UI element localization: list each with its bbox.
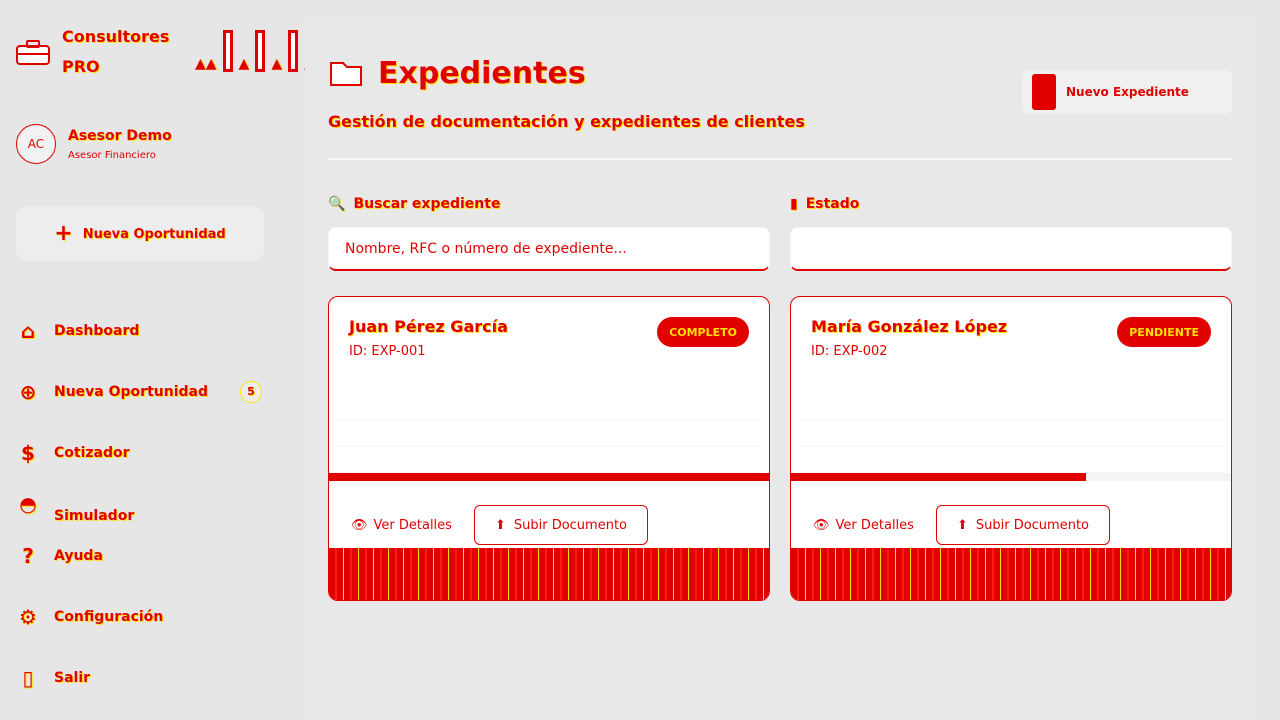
new-file-label: Nuevo Expediente	[1066, 85, 1189, 99]
sidebar-item-logout[interactable]: ▯ Salir	[16, 647, 266, 708]
sidebar-item-label: Salir	[54, 669, 91, 686]
brand: Consultores PRO	[16, 22, 169, 82]
status-select[interactable]	[790, 227, 1232, 271]
upload-document-button[interactable]: ⬆ Subir Documento	[473, 505, 648, 545]
status-label: ▮ Estado	[790, 196, 860, 212]
new-opportunity-label: Nueva Oportunidad	[82, 226, 226, 242]
card-footer	[791, 548, 1231, 600]
eye-icon: 👁	[813, 517, 830, 533]
sidebar-item-help[interactable]: ? Ayuda	[16, 525, 266, 586]
sidebar-item-dashboard[interactable]: ⌂ Dashboard	[16, 300, 266, 361]
detail-row	[337, 447, 761, 473]
briefcase-icon	[16, 40, 50, 65]
view-details-link[interactable]: 👁 Ver Detalles	[351, 518, 452, 533]
calculator-icon: $	[21, 440, 35, 465]
plus-icon: +	[54, 221, 73, 246]
sidebar-item-label: Simulador	[54, 508, 135, 524]
new-opportunity-button[interactable]: + Nueva Oportunidad	[16, 207, 264, 261]
status-badge: COMPLETO	[657, 317, 749, 347]
logout-icon: ▯	[22, 665, 34, 690]
user-name: Asesor Demo	[68, 127, 172, 144]
avatar: AC	[16, 124, 56, 164]
page-subtitle: Gestión de documentación y expedientes d…	[328, 112, 805, 131]
detail-row	[799, 395, 1223, 421]
progress-bar	[791, 473, 1231, 481]
count-badge: 5	[240, 380, 262, 403]
plus-icon	[1032, 74, 1056, 110]
main-content: Expedientes Gestión de documentación y e…	[305, 22, 1255, 720]
page-header: Expedientes	[328, 55, 586, 91]
sidebar: Consultores PRO ▲▲▲▲▲■■ AC Asesor Demo A…	[0, 0, 363, 720]
status-badge: PENDIENTE	[1117, 317, 1211, 347]
home-icon: ⌂	[20, 318, 36, 343]
sidebar-item-simulator[interactable]: ◓ Simulador	[16, 483, 266, 525]
folder-icon	[330, 62, 362, 86]
progress-bar	[329, 473, 769, 481]
page-title: Expedientes	[378, 55, 586, 91]
sidebar-item-new-opportunity[interactable]: ⊕ Nueva Oportunidad 5	[16, 361, 266, 422]
detail-row	[337, 421, 761, 447]
target-icon: ⊕	[19, 379, 37, 404]
search-icon: 🔍	[328, 196, 346, 212]
sidebar-item-label: Nueva Oportunidad	[54, 383, 208, 400]
user-profile[interactable]: AC Asesor Demo Asesor Financiero	[16, 124, 172, 164]
upload-document-button[interactable]: ⬆ Subir Documento	[935, 505, 1110, 545]
sidebar-item-settings[interactable]: ⚙ Configuración	[16, 586, 266, 647]
brand-suffix: PRO	[62, 57, 100, 76]
gear-icon: ⚙	[19, 604, 37, 629]
progress-fill	[329, 473, 769, 481]
upload-icon: ⬆	[956, 517, 968, 533]
search-label: 🔍 Buscar expediente	[328, 196, 501, 212]
sidebar-nav: ⌂ Dashboard ⊕ Nueva Oportunidad 5 $ Coti…	[16, 300, 266, 708]
sidebar-item-label: Configuración	[54, 608, 164, 625]
sidebar-item-quoter[interactable]: $ Cotizador	[16, 422, 266, 483]
chart-icon: ◓	[19, 492, 37, 516]
brand-name: Consultores	[62, 27, 170, 46]
card-footer	[329, 548, 769, 600]
divider	[328, 158, 1232, 160]
new-file-button[interactable]: Nuevo Expediente	[1022, 70, 1232, 114]
progress-fill	[791, 473, 1086, 481]
upload-icon: ⬆	[494, 517, 506, 533]
detail-row	[337, 395, 761, 421]
detail-row	[799, 421, 1223, 447]
sidebar-item-label: Dashboard	[54, 322, 140, 339]
detail-row	[799, 447, 1223, 473]
file-card[interactable]: María González López ID: EXP-002 PENDIEN…	[790, 296, 1232, 601]
search-input[interactable]	[328, 227, 770, 271]
sidebar-item-label: Cotizador	[54, 444, 130, 461]
help-icon: ?	[22, 543, 34, 568]
user-role: Asesor Financiero	[68, 149, 156, 161]
sidebar-item-label: Ayuda	[54, 547, 103, 564]
bar-chart-icon: ▮	[790, 196, 798, 212]
eye-icon: 👁	[351, 517, 368, 533]
file-card[interactable]: Juan Pérez García ID: EXP-001 COMPLETO 👁…	[328, 296, 770, 601]
view-details-link[interactable]: 👁 Ver Detalles	[813, 518, 914, 533]
